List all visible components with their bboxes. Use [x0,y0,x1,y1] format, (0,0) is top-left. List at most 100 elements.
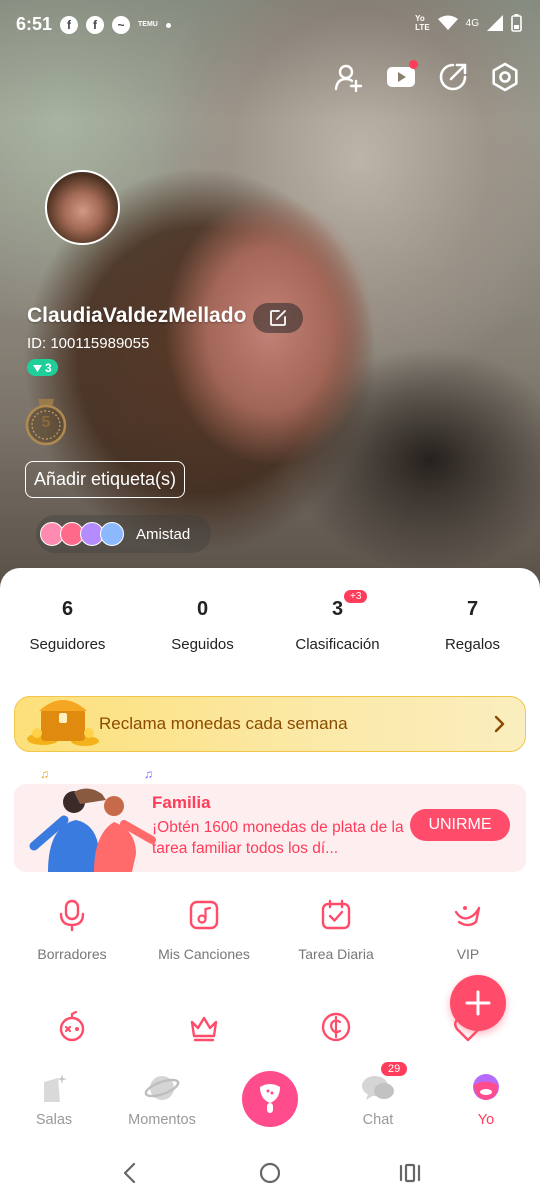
friendship-label: Amistad [136,525,191,543]
stat-followers[interactable]: 6 Seguidores [0,598,135,653]
settings-button[interactable] [490,62,520,92]
stat-value: 3 [331,598,344,620]
messenger-icon: ~ [112,16,130,34]
level-badge: 3 [27,359,58,376]
network-type: 4G [465,17,479,29]
stat-label: Seguidos [171,636,234,653]
status-bar: 6:51 f f ~ TEMU Yo LTE 4G [0,0,540,50]
signal-icon [487,15,503,31]
crown-button[interactable] [138,1010,270,1044]
add-tag-button[interactable]: Añadir etiqueta(s) [25,461,185,498]
coins-banner-text: Reclama monedas cada semana [99,714,348,733]
tab-label: Chat [362,1112,394,1128]
share-button[interactable] [438,62,468,92]
tab-label: Momentos [128,1112,196,1128]
tab-momentos[interactable]: Momentos [108,1060,216,1145]
family-card[interactable]: ♫ ♫ Familia ¡Obtén 1600 monedas de plata… [14,767,526,872]
share-icon [439,63,467,91]
stat-value: 6 [61,598,74,620]
plus-icon [465,990,491,1016]
weekly-coins-banner[interactable]: Reclama monedas cada semana [14,696,526,752]
tab-yo[interactable]: Yo [432,1060,540,1145]
create-button[interactable] [450,975,506,1031]
family-title: Familia [152,793,211,812]
tab-chat[interactable]: 29 Chat [324,1060,432,1145]
games-button[interactable] [6,1010,138,1044]
network-label: Yo LTE [415,14,430,32]
add-friend-icon [334,64,363,93]
drafts-button[interactable]: Borradores [6,898,138,962]
diamond-icon [33,364,42,372]
coin-icon [321,1012,351,1042]
chat-unread-badge: 29 [381,1062,408,1076]
friendship-badge-list [40,522,124,546]
treasure-chest-icon [23,687,103,751]
feature-grid-row: Borradores Mis Canciones Tarea Diaria VI… [0,898,540,962]
friendship-badge [100,522,124,546]
video-button[interactable] [386,60,418,92]
planet-icon [144,1076,180,1100]
grid-label: Borradores [37,946,107,962]
svg-text:♫: ♫ [40,767,49,781]
add-friend-button[interactable] [334,62,364,93]
home-icon[interactable] [258,1161,282,1185]
stat-ranking[interactable]: 3 Clasificación +3 [270,590,405,653]
stat-label: Regalos [444,636,501,653]
profile-icon [473,1074,499,1100]
stat-label: Seguidores [29,636,106,653]
svg-text:♫: ♫ [144,767,153,781]
status-time: 6:51 [16,14,53,34]
chevron-right-icon [494,715,505,733]
sing-button[interactable] [242,1071,298,1127]
game-controller-icon [59,1010,85,1042]
music-note-icon [189,900,219,930]
grid-label: Mis Canciones [158,946,250,962]
vip-button[interactable]: VIP [402,898,534,962]
family-illustration-icon: ♫ ♫ [29,767,156,872]
stat-value: 0 [196,598,209,620]
battery-icon [511,14,522,32]
stat-following[interactable]: 0 Seguidos [135,598,270,653]
back-icon[interactable] [118,1161,142,1185]
facebook-icon: f [86,16,104,34]
edit-profile-button[interactable] [253,303,303,333]
temu-icon: TEMU [138,21,158,28]
stat-label: Clasificación [295,636,380,653]
microphone-icon [260,1084,280,1113]
recent-apps-icon[interactable] [398,1161,422,1185]
profile-actions [334,60,520,93]
stat-value: 7 [466,598,479,620]
join-family-button[interactable]: UNIRME [410,809,510,841]
system-icons: Yo LTE 4G [415,14,522,32]
vip-icon [454,906,481,927]
ranking-badge: +3 [344,590,368,603]
tab-label: Yo [477,1112,495,1128]
dot-icon [165,22,171,28]
friendship-badges[interactable]: Amistad [36,515,211,553]
family-description: ¡Obtén 1600 monedas de plata de la tarea… [152,819,404,857]
stat-gifts[interactable]: 7 Regalos [405,598,540,653]
daily-task-button[interactable]: Tarea Diaria [270,898,402,962]
tab-sing[interactable] [216,1060,324,1145]
grid-label: Tarea Diaria [298,946,374,962]
microphone-icon [59,899,85,932]
wifi-icon [437,15,458,30]
calendar-check-icon [321,899,351,930]
avatar[interactable] [45,170,120,245]
stats-row: 6 Seguidores 0 Seguidos 3 Clasificación … [0,590,540,653]
my-songs-button[interactable]: Mis Canciones [138,898,270,962]
user-id: ID: 100115989055 [27,335,150,352]
tab-salas[interactable]: Salas [0,1060,108,1145]
wealth-medal[interactable]: 5 [24,397,68,447]
username: ClaudiaValdezMellado [27,304,247,327]
tab-label: Salas [35,1112,73,1128]
grid-label: VIP [456,946,480,962]
bottom-tab-bar: Salas Momentos 29 Chat Yo [0,1060,540,1145]
notification-icons: f f ~ TEMU [60,16,171,34]
edit-icon [270,310,286,326]
crown-icon [190,1016,218,1042]
notification-dot [409,60,418,69]
coins-button[interactable] [270,1010,402,1044]
facebook-icon: f [60,16,78,34]
medal-level: 5 [41,414,51,431]
